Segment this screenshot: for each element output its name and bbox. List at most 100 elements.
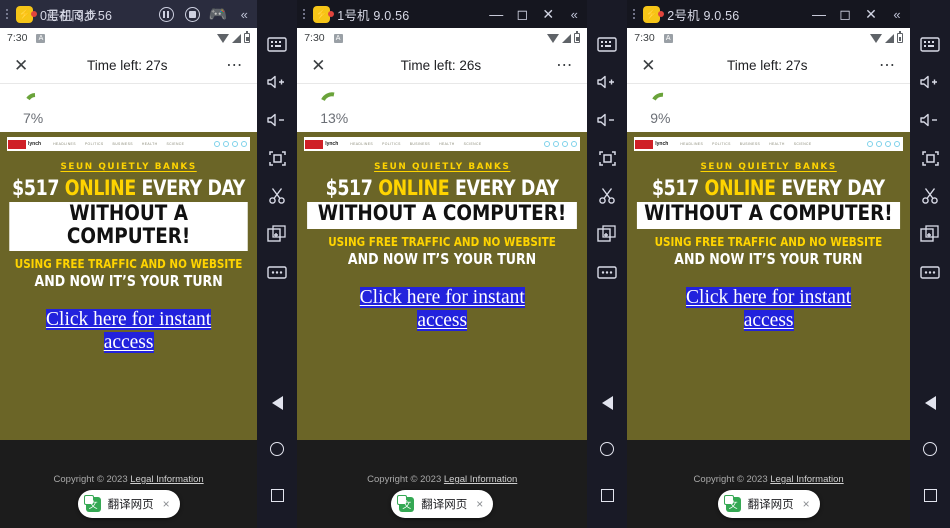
copyright-label: Copyright © 2023	[693, 474, 771, 485]
android-recents-button[interactable]	[916, 482, 944, 508]
translate-toast-close-icon[interactable]: ×	[803, 497, 810, 511]
time-left-label: Time left: 27s	[726, 58, 808, 73]
fullscreen-icon[interactable]	[593, 144, 621, 172]
site-nav: HEADLINES POLITICS BUSINESS HEALTH SCIEN…	[350, 142, 481, 146]
volume-down-icon[interactable]	[593, 106, 621, 134]
stop-button[interactable]	[179, 0, 205, 28]
window-1-titlebar[interactable]: 1号机 9.0.56 — ◻ ✕ «	[297, 0, 588, 28]
multi-instance-add-icon[interactable]	[593, 220, 621, 248]
android-home-button[interactable]	[916, 436, 944, 462]
status-time: 7:30	[304, 32, 325, 44]
ad-cta-link[interactable]: Click here for instant access	[0, 308, 257, 354]
site-logo-icon	[305, 139, 324, 149]
ad-cta-line-1[interactable]: Click here for instant	[359, 286, 525, 308]
volume-down-icon[interactable]	[916, 106, 944, 134]
translate-toast-label[interactable]: 翻译网页	[421, 496, 467, 512]
multi-instance-add-icon[interactable]	[916, 220, 944, 248]
screenshot-scissors-icon[interactable]	[593, 182, 621, 210]
maximize-button[interactable]: ◻	[832, 0, 858, 28]
pause-button[interactable]	[153, 0, 179, 28]
signal-icon	[885, 33, 894, 43]
legal-information-link[interactable]: Legal Information	[770, 474, 843, 485]
ad-cta-line-2[interactable]: access	[417, 309, 468, 331]
ad-cta-line-2[interactable]: access	[103, 332, 154, 354]
android-home-button[interactable]	[263, 436, 291, 462]
ad-kicker: SEUN QUIETLY BANKS	[700, 162, 837, 172]
translate-toast-0[interactable]: 翻译网页 ×	[77, 490, 180, 518]
ad-content-1[interactable]: lynch HEADLINES POLITICS BUSINESS HEALTH…	[297, 132, 588, 440]
minimize-button[interactable]: —	[483, 0, 509, 28]
android-recents-button[interactable]	[593, 482, 621, 508]
overflow-menu-icon[interactable]: ⋯	[879, 57, 896, 74]
ad-cta-line-1[interactable]: Click here for instant	[46, 309, 212, 331]
translate-toast-1[interactable]: 翻译网页 ×	[391, 490, 494, 518]
ad-cta-link[interactable]: Click here for instant access	[297, 286, 587, 332]
ad-cta-line-2[interactable]: access	[743, 309, 794, 331]
ad-headline-highlight: ONLINE	[378, 176, 450, 200]
site-nav-item: SCIENCE	[463, 142, 482, 146]
loading-spinner-icon	[319, 90, 345, 116]
collapse-button[interactable]: «	[884, 0, 910, 28]
ad-headline-2: WITHOUT A COMPUTER!	[9, 202, 248, 252]
translate-toast-close-icon[interactable]: ×	[476, 497, 483, 511]
battery-icon	[897, 31, 903, 43]
more-options-icon[interactable]	[916, 258, 944, 286]
screenshot-scissors-icon[interactable]	[916, 182, 944, 210]
more-options-icon[interactable]	[263, 258, 291, 286]
ad-content-0[interactable]: lynch HEADLINES POLITICS BUSINESS HEALTH…	[0, 132, 258, 440]
multi-instance-add-icon[interactable]	[263, 220, 291, 248]
android-home-button[interactable]	[593, 436, 621, 462]
collapse-button[interactable]: «	[561, 0, 587, 28]
social-icons	[214, 141, 248, 147]
translate-toast-close-icon[interactable]: ×	[163, 497, 170, 511]
ad-cta-link[interactable]: Click here for instant access	[627, 286, 910, 332]
site-nav-item: HEADLINES	[350, 142, 374, 146]
volume-up-icon[interactable]	[263, 68, 291, 96]
maximize-button[interactable]: ◻	[509, 0, 535, 28]
ad-subline-2: AND NOW IT’S YOUR TURN	[348, 249, 537, 268]
app-badge-icon	[36, 33, 46, 43]
translate-toast-label[interactable]: 翻译网页	[748, 496, 794, 512]
site-nav-item: BUSINESS	[112, 142, 133, 146]
close-icon[interactable]: ✕	[641, 57, 655, 74]
android-recents-button[interactable]	[263, 482, 291, 508]
keyboard-icon[interactable]	[593, 30, 621, 58]
fullscreen-icon[interactable]	[263, 144, 291, 172]
window-2-titlebar[interactable]: 2号机 9.0.56 — ◻ ✕ «	[627, 0, 910, 28]
legal-information-link[interactable]: Legal Information	[444, 474, 517, 485]
close-icon[interactable]: ✕	[311, 57, 325, 74]
ad-headline-post: EVERY DAY	[449, 176, 559, 200]
window-2-title: 2号机 9.0.56	[667, 8, 740, 23]
screenshot-scissors-icon[interactable]	[263, 182, 291, 210]
site-logo-icon	[8, 139, 26, 149]
collapse-button[interactable]: «	[231, 0, 257, 28]
wifi-icon	[217, 33, 230, 43]
android-back-button[interactable]	[916, 390, 944, 416]
gamepad-icon[interactable]: 🎮	[205, 0, 231, 28]
close-icon[interactable]: ✕	[14, 57, 28, 74]
volume-up-icon[interactable]	[593, 68, 621, 96]
keyboard-icon[interactable]	[916, 30, 944, 58]
overflow-menu-icon[interactable]: ⋯	[556, 57, 573, 74]
android-back-button[interactable]	[593, 390, 621, 416]
app-badge-icon	[333, 33, 343, 43]
translate-toast-2[interactable]: 翻译网页 ×	[717, 490, 820, 518]
window-0-titlebar[interactable]: 0号机 9.0.56 正在同步 🎮 «	[0, 0, 258, 28]
fullscreen-icon[interactable]	[916, 144, 944, 172]
keyboard-icon[interactable]	[263, 30, 291, 58]
legal-information-link[interactable]: Legal Information	[130, 474, 203, 485]
close-window-button[interactable]: ✕	[535, 0, 561, 28]
drag-grip-icon	[5, 9, 15, 19]
ad-cta-line-1[interactable]: Click here for instant	[686, 286, 852, 308]
android-back-button[interactable]	[263, 390, 291, 416]
more-options-icon[interactable]	[593, 258, 621, 286]
translate-toast-label[interactable]: 翻译网页	[108, 496, 154, 512]
emulator-window-0: 0号机 9.0.56 正在同步 🎮 « 7:30	[0, 0, 258, 528]
volume-down-icon[interactable]	[263, 106, 291, 134]
close-window-button[interactable]: ✕	[858, 0, 884, 28]
ad-content-2[interactable]: lynch HEADLINES POLITICS BUSINESS HEALTH…	[627, 132, 910, 440]
site-nav-item: HEADLINES	[53, 142, 76, 146]
overflow-menu-icon[interactable]: ⋯	[226, 57, 243, 74]
volume-up-icon[interactable]	[916, 68, 944, 96]
minimize-button[interactable]: —	[806, 0, 832, 28]
